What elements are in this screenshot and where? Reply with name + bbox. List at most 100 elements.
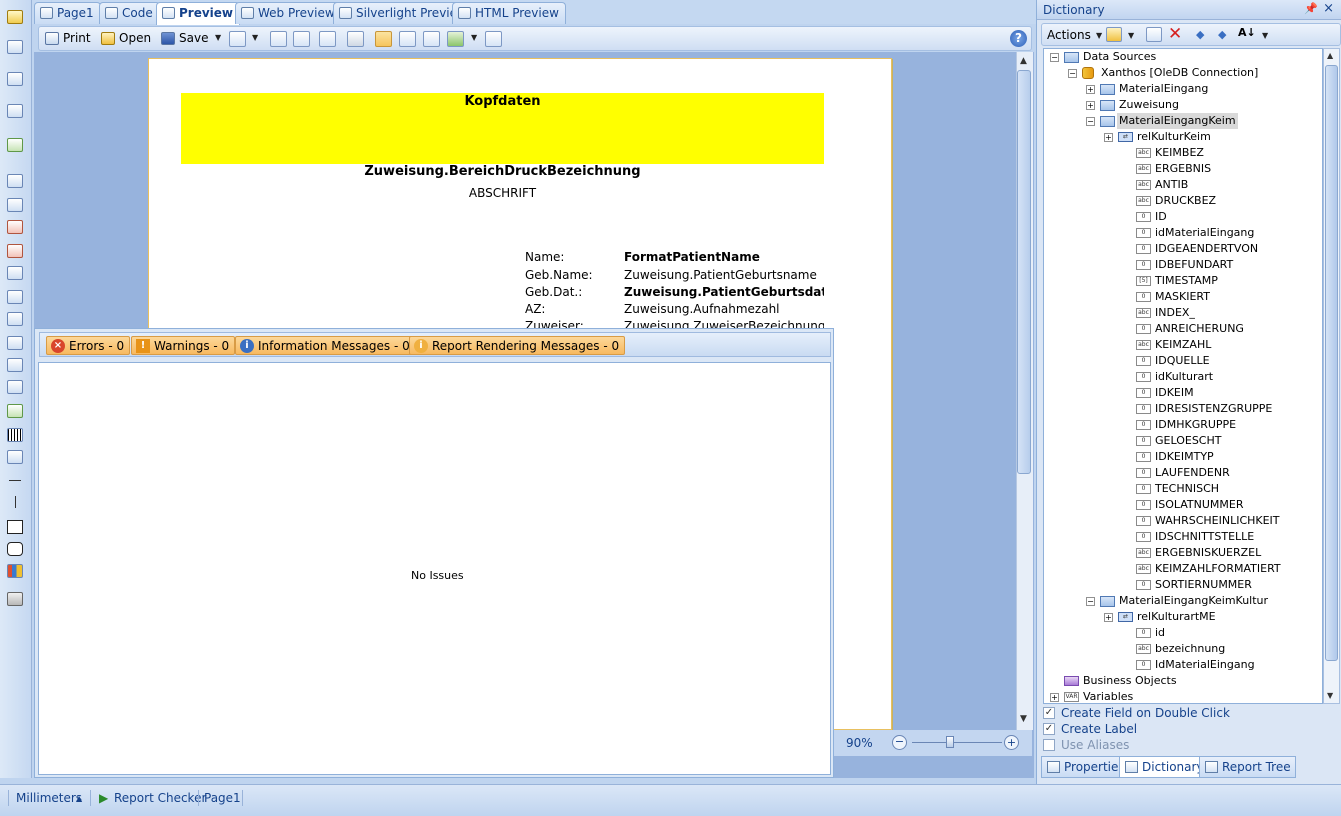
pin-icon[interactable]: 📌 <box>1304 2 1318 15</box>
expand-icon[interactable]: + <box>1050 693 1059 702</box>
scroll-up-arrow-icon[interactable]: ▲ <box>1020 56 1027 66</box>
tab-web-preview[interactable]: Web Preview <box>235 2 342 24</box>
chart-component-icon[interactable] <box>7 564 23 578</box>
table-component-icon[interactable] <box>7 312 23 326</box>
number-column-icon: 0 <box>1136 388 1151 398</box>
number-column-icon: 0 <box>1136 516 1151 526</box>
edit-icon[interactable] <box>1146 27 1162 42</box>
scroll-down-arrow-icon[interactable]: ▼ <box>1327 691 1333 700</box>
play-icon[interactable]: ▶ <box>99 791 108 805</box>
find-binoculars-icon[interactable] <box>347 31 364 47</box>
collapse-icon[interactable]: − <box>1050 53 1059 62</box>
scroll-up-arrow-icon[interactable]: ▲ <box>1327 51 1333 60</box>
zoom-in-icon[interactable]: + <box>1004 735 1019 750</box>
preview-scroll-thumb[interactable] <box>1017 70 1031 474</box>
panel-component-icon[interactable] <box>7 198 23 212</box>
page-component-icon[interactable] <box>7 174 23 188</box>
bookmarks-button[interactable] <box>270 31 287 47</box>
tab-report-tree[interactable]: Report Tree <box>1199 756 1296 778</box>
vertical-line-icon[interactable] <box>15 496 16 508</box>
open-button[interactable]: Open <box>101 31 151 45</box>
collapse-icon[interactable]: − <box>1086 597 1095 606</box>
layout-dropdown-icon[interactable]: ▼ <box>471 33 477 42</box>
tools-icon[interactable] <box>7 592 23 606</box>
zoom-slider-track[interactable] <box>912 742 1002 743</box>
move-down-icon[interactable]: ◆ <box>1218 28 1226 41</box>
save-dropdown-icon[interactable]: ▼ <box>215 33 221 42</box>
parameters-button[interactable] <box>293 31 310 47</box>
tree-vertical-scrollbar[interactable]: ▲ ▼ <box>1323 48 1340 704</box>
band-tool-icon[interactable] <box>7 40 23 54</box>
container-component-icon[interactable] <box>7 266 23 280</box>
units-dropdown-icon[interactable]: ▲ <box>76 794 82 803</box>
scroll-down-arrow-icon[interactable]: ▼ <box>1020 714 1027 724</box>
image-component-icon[interactable] <box>7 138 23 152</box>
tab-code[interactable]: Code <box>99 2 160 24</box>
use-aliases-checkbox[interactable]: Use Aliases <box>1043 738 1129 752</box>
report-checker-button[interactable]: Report Checker <box>114 791 206 805</box>
rounded-rectangle-icon[interactable] <box>7 542 23 556</box>
horizontal-line-icon[interactable] <box>9 480 21 481</box>
sort-az-icon[interactable]: A↓ <box>1238 26 1256 39</box>
expand-icon[interactable]: + <box>1086 85 1095 94</box>
checkbox-component-icon[interactable] <box>7 358 23 372</box>
expand-icon[interactable]: + <box>1086 101 1095 110</box>
business-objects-icon <box>1064 676 1079 686</box>
clone-tool-icon[interactable] <box>7 104 23 118</box>
text-component-icon[interactable] <box>7 220 23 234</box>
zoom-out-icon[interactable]: − <box>892 735 907 750</box>
single-page-view-button[interactable] <box>375 31 392 47</box>
select-tool-icon[interactable] <box>7 10 23 24</box>
shape-component-icon[interactable] <box>7 450 23 464</box>
errors-filter-button[interactable]: × Errors - 0 <box>46 336 131 355</box>
picture-component-icon[interactable] <box>7 404 23 418</box>
actions-menu[interactable]: Actions <box>1047 28 1091 42</box>
rich-text-component-icon[interactable] <box>7 244 23 258</box>
number-column-icon: 0 <box>1136 436 1151 446</box>
information-filter-button[interactable]: i Information Messages - 0 <box>235 336 416 355</box>
barcode-component-icon[interactable] <box>7 428 23 442</box>
rectangle-icon[interactable] <box>7 520 23 534</box>
units-selector[interactable]: Millimeters <box>16 791 82 805</box>
expand-icon[interactable]: + <box>1104 133 1113 142</box>
collapse-icon[interactable]: − <box>1068 69 1077 78</box>
tab-html-preview[interactable]: HTML Preview <box>452 2 566 24</box>
new-item-icon[interactable] <box>1106 27 1122 42</box>
collapse-icon[interactable]: − <box>1086 117 1095 126</box>
print-button[interactable]: Print <box>45 31 91 45</box>
number-column-icon: 0 <box>1136 212 1151 222</box>
thumbnails-button[interactable] <box>319 31 336 47</box>
email-dropdown-icon[interactable]: ▼ <box>252 33 258 42</box>
actions-dropdown-icon[interactable]: ▼ <box>1096 31 1102 40</box>
warnings-filter-button[interactable]: ! Warnings - 0 <box>131 336 236 355</box>
crosstab-component-icon[interactable] <box>7 336 23 350</box>
tab-properties[interactable]: Properties <box>1041 756 1130 778</box>
save-button[interactable]: Save <box>161 31 208 45</box>
zoom-slider-thumb[interactable] <box>946 736 954 748</box>
new-item-dropdown-icon[interactable]: ▼ <box>1128 31 1134 40</box>
table-icon <box>1100 84 1115 95</box>
tab-dictionary[interactable]: Dictionary <box>1119 756 1209 778</box>
tree-scroll-thumb[interactable] <box>1325 65 1338 661</box>
expand-icon[interactable]: + <box>1104 613 1113 622</box>
subreport-component-icon[interactable] <box>7 290 23 304</box>
cross-band-tool-icon[interactable] <box>7 72 23 86</box>
full-screen-button[interactable] <box>485 31 502 47</box>
text-in-cells-component-icon[interactable] <box>7 380 23 394</box>
delete-icon[interactable]: ✕ <box>1168 24 1182 44</box>
create-label-checkbox[interactable]: ✓ Create Label <box>1043 722 1137 736</box>
field-label: Geb.Dat.: <box>525 285 583 299</box>
tab-preview[interactable]: Preview <box>156 2 241 25</box>
continuous-page-view-button[interactable] <box>399 31 416 47</box>
send-email-button[interactable] <box>229 31 246 47</box>
help-icon[interactable]: ? <box>1010 30 1027 47</box>
multiple-pages-view-button[interactable] <box>423 31 440 47</box>
move-up-icon[interactable]: ◆ <box>1196 28 1204 41</box>
create-field-on-double-click-checkbox[interactable]: ✓ Create Field on Double Click <box>1043 706 1230 720</box>
sort-dropdown-icon[interactable]: ▼ <box>1262 31 1268 40</box>
close-icon[interactable]: × <box>1323 1 1334 16</box>
tab-page1[interactable]: Page1 <box>34 2 101 24</box>
page-layout-button[interactable] <box>447 31 464 47</box>
rendering-messages-filter-button[interactable]: i Report Rendering Messages - 0 <box>409 336 626 355</box>
floppy-disk-icon <box>161 32 175 45</box>
